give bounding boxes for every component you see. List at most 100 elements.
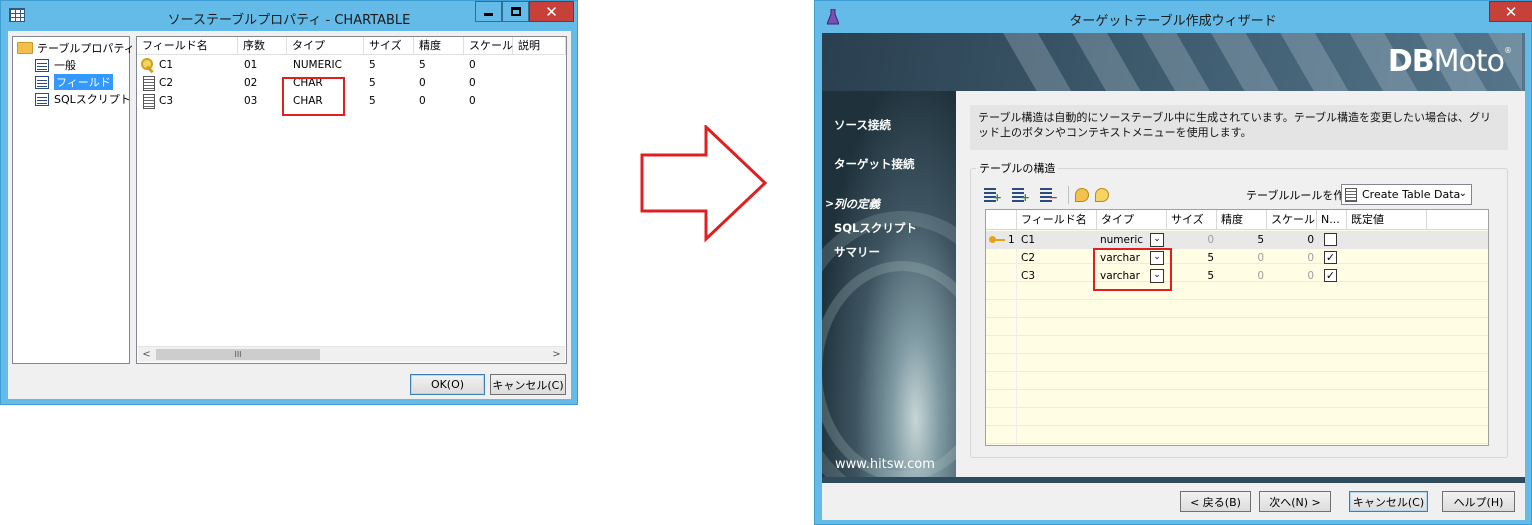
cell-field-name[interactable]: C1 (1021, 231, 1035, 249)
folder-icon (17, 42, 33, 54)
cell-size[interactable]: 5 (1167, 249, 1214, 267)
toolbar-separator (1068, 186, 1069, 204)
key-icon (141, 58, 155, 72)
close-button[interactable]: ✕ (1489, 1, 1532, 22)
cell-ordinal: 01 (244, 59, 258, 71)
horizontal-scrollbar[interactable]: < III > (138, 346, 565, 362)
key-icon (989, 236, 1005, 244)
row-index: 1 (1008, 234, 1015, 246)
column-header-field-name[interactable]: フィールド名 (1017, 210, 1097, 230)
fields-grid[interactable]: フィールド名 序数 タイプ サイズ 精度 スケール 説明 C1 01 NUMER… (136, 36, 567, 364)
nullable-checkbox[interactable] (1324, 233, 1337, 246)
window-title[interactable]: ターゲットテーブル作成ウィザード (815, 10, 1531, 29)
title-bar[interactable]: ソーステーブルプロパティ - CHARTABLE ✕ (1, 1, 577, 31)
cell-size: 5 (369, 77, 376, 89)
tree-item-general[interactable]: 一般 (35, 57, 76, 73)
remove-key-icon[interactable] (1095, 188, 1109, 202)
cell-size[interactable]: 5 (1167, 267, 1214, 285)
column-header-field-name[interactable]: フィールド名 (137, 37, 238, 55)
cell-scale: 0 (469, 95, 476, 107)
tunnel-decoration (822, 261, 956, 477)
column-header-size[interactable]: サイズ (1167, 210, 1217, 230)
cell-precision[interactable]: 0 (1217, 249, 1264, 267)
cell-field-name[interactable]: C2 (159, 74, 173, 92)
tree-item-fields[interactable]: フィールド (35, 74, 113, 90)
cell-field-name[interactable]: C3 (159, 92, 173, 110)
add-key-icon[interactable] (1075, 188, 1089, 202)
next-button[interactable]: 次へ(N) > (1259, 491, 1331, 512)
active-step-marker: > (825, 197, 835, 210)
cell-type[interactable]: numeric (1100, 231, 1143, 249)
right-arrow-icon (640, 125, 768, 243)
cell-precision[interactable]: 0 (1217, 267, 1264, 285)
cell-field-name[interactable]: C1 (159, 56, 173, 74)
minimize-icon (484, 13, 493, 16)
table-rule-select[interactable]: Create Table Data ⌄ (1341, 184, 1472, 205)
cancel-button[interactable]: キャンセル(C) (1349, 491, 1428, 512)
table-structure-grid[interactable]: フィールド名 タイプ サイズ 精度 スケール N... 既定値 1 C1 num… (985, 209, 1489, 446)
tree-item-sql-script[interactable]: SQLスクリプト (35, 91, 131, 107)
column-header-description[interactable]: 説明 (513, 37, 566, 55)
column-header-filler (1427, 210, 1488, 230)
row-header-corner (986, 210, 1017, 230)
target-table-wizard-window: ターゲットテーブル作成ウィザード ✕ DBMoto® ソース接続 ターゲット接続… (814, 0, 1532, 525)
column-header-type[interactable]: タイプ (1097, 210, 1167, 230)
cancel-button[interactable]: キャンセル(C) (490, 374, 566, 395)
minimize-button[interactable] (475, 1, 502, 22)
column-header-scale[interactable]: スケール (464, 37, 513, 55)
scroll-right-button[interactable]: > (548, 347, 565, 362)
table-rule-label: テーブルルールを作 (1246, 189, 1345, 202)
cell-size: 5 (369, 59, 376, 71)
cell-scale[interactable]: 0 (1267, 249, 1314, 267)
step-column-definition: 列の定義 (834, 197, 880, 211)
step-target-connection: ターゲット接続 (834, 157, 915, 171)
nullable-checkbox[interactable]: ✓ (1324, 251, 1337, 264)
nullable-checkbox[interactable]: ✓ (1324, 269, 1337, 282)
properties-tree: テーブルプロパティ 一般 フィールド SQLスクリプト (12, 36, 135, 364)
column-header-precision[interactable]: 精度 (414, 37, 464, 55)
ok-button[interactable]: OK(O) (410, 374, 485, 395)
tree-root[interactable]: テーブルプロパティ (17, 40, 135, 56)
highlight-box-varchar-types (1093, 248, 1172, 291)
column-header-nullable[interactable]: N... (1317, 210, 1347, 230)
cell-precision: 5 (419, 59, 426, 71)
highlight-box-char-types (282, 77, 345, 116)
cell-precision[interactable]: 5 (1217, 231, 1264, 249)
help-button[interactable]: ヘルプ(H) (1442, 491, 1515, 512)
column-header-ordinal[interactable]: 序数 (238, 37, 287, 55)
wizard-steps-panel: ソース接続 ターゲット接続 > 列の定義 SQLスクリプト サマリー www.h… (822, 91, 956, 477)
scroll-left-button[interactable]: < (138, 347, 155, 362)
cell-field-name[interactable]: C3 (1021, 267, 1035, 285)
column-icon (143, 76, 155, 91)
column-icon (143, 94, 155, 109)
cell-size[interactable]: 0 (1167, 231, 1214, 249)
append-column-icon[interactable]: + (1012, 188, 1030, 204)
dialog-client-area: テーブルプロパティ 一般 フィールド SQLスクリプト フィールド名 序数 タイ… (8, 31, 571, 399)
cell-scale: 0 (469, 77, 476, 89)
insert-column-icon[interactable]: + (984, 188, 1002, 204)
group-title: テーブルの構造 (976, 160, 1059, 176)
column-header-scale[interactable]: スケール (1267, 210, 1317, 230)
step-source-connection: ソース接続 (834, 118, 891, 132)
column-header-size[interactable]: サイズ (364, 37, 414, 55)
scroll-thumb[interactable]: III (156, 349, 320, 360)
cell-scale[interactable]: 0 (1267, 267, 1314, 285)
cell-precision: 0 (419, 95, 426, 107)
table-icon (1345, 187, 1357, 202)
tree-item-label: 一般 (54, 59, 76, 72)
close-button[interactable]: ✕ (529, 1, 574, 22)
dbmoto-logo: DBMoto® (1387, 44, 1512, 79)
remove-column-icon[interactable]: − (1040, 188, 1058, 204)
document-icon (35, 92, 49, 106)
cell-field-name[interactable]: C2 (1021, 249, 1035, 267)
back-button[interactable]: < 戻る(B) (1180, 491, 1251, 512)
cell-scale[interactable]: 0 (1267, 231, 1314, 249)
column-header-type[interactable]: タイプ (287, 37, 364, 55)
cell-scale: 0 (469, 59, 476, 71)
type-dropdown-button[interactable]: ⌄ (1150, 233, 1164, 247)
chevron-down-icon: ⌄ (1458, 188, 1467, 199)
column-header-precision[interactable]: 精度 (1217, 210, 1267, 230)
column-header-default[interactable]: 既定値 (1347, 210, 1427, 230)
source-table-properties-window: ソーステーブルプロパティ - CHARTABLE ✕ テーブルプロパティ 一般 … (0, 0, 578, 405)
maximize-button[interactable] (502, 1, 529, 22)
